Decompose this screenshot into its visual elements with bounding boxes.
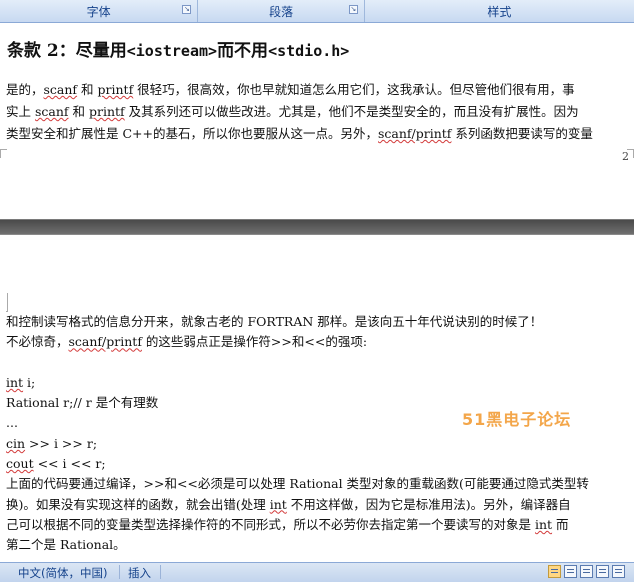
- code-line: cin >> i >> r;: [6, 435, 98, 451]
- ribbon-group-font-label: 字体: [86, 4, 111, 19]
- status-language[interactable]: 中文(简体，中国): [18, 565, 107, 581]
- paragraph-dialog-launcher-icon[interactable]: ↘: [348, 5, 358, 14]
- text-line: 换)。如果没有实现这样的函数，就会出错(处理 int 不用这样做，因为它是标准用…: [6, 496, 571, 512]
- view-mode-switcher: [548, 565, 625, 578]
- watermark-text: 51黑电子论坛: [462, 410, 572, 429]
- code-line: cout << i << r;: [6, 456, 106, 472]
- full-screen-reading-view-icon[interactable]: [564, 565, 577, 578]
- page-2-body: 和控制读写格式的信息分开来，就象古老的 FORTRAN 那样。是该向五十年代说诀…: [6, 312, 632, 556]
- margin-corner-mark: [6, 293, 8, 312]
- outline-view-icon[interactable]: [596, 565, 609, 578]
- ribbon-group-font: 字体 ↘: [0, 0, 199, 22]
- text-line: 和控制读写格式的信息分开来，就象古老的 FORTRAN 那样。是该向五十年代说诀…: [6, 314, 543, 329]
- status-insert-mode[interactable]: 插入: [128, 565, 151, 581]
- document-page-2[interactable]: 和控制读写格式的信息分开来，就象古老的 FORTRAN 那样。是该向五十年代说诀…: [0, 234, 634, 563]
- heading-code-iostream: <iostream>: [126, 42, 218, 60]
- document-page-1[interactable]: 条款 2：尽量用<iostream>而不用<stdio.h> 是的，scanf …: [0, 23, 634, 220]
- draft-view-icon[interactable]: [612, 565, 625, 578]
- paragraph-intro: 是的，scanf 和 printf 很轻巧，很高效，你也早就知道怎么用它们，这我…: [6, 79, 632, 145]
- heading-code-stdio: <stdio.h>: [268, 42, 350, 60]
- page-number: 2: [622, 150, 629, 163]
- status-separator: [119, 565, 120, 579]
- page-gap: [0, 220, 634, 234]
- font-dialog-launcher-icon[interactable]: ↘: [182, 5, 192, 14]
- web-layout-view-icon[interactable]: [580, 565, 593, 578]
- text-line: 己可以根据不同的变量类型选择操作符的不同形式，所以不必劳你去指定第一个要读写的对…: [6, 516, 569, 532]
- heading-text-prefix: 条款 2：尽量用: [7, 41, 127, 61]
- ribbon-group-paragraph: 段落 ↘: [198, 0, 365, 22]
- ribbon-group-bar: 字体 ↘ 段落 ↘ 样式: [0, 0, 634, 23]
- text-line: 上面的代码要通过编译，>>和<<必须是可以处理 Rational 类型对象的重载…: [6, 476, 589, 492]
- section-heading: 条款 2：尽量用<iostream>而不用<stdio.h>: [7, 36, 349, 61]
- ribbon-group-styles-label: 样式: [487, 4, 512, 19]
- status-separator: [160, 565, 161, 579]
- margin-corner-mark: [0, 149, 7, 158]
- ribbon-group-paragraph-label: 段落: [269, 4, 294, 19]
- code-line: int i;: [6, 374, 36, 390]
- ribbon-group-styles: 样式: [365, 0, 634, 22]
- text-line: 不必惊奇，scanf/printf 的这些弱点正是操作符>>和<<的强项:: [6, 334, 368, 350]
- heading-text-mid: 而不用: [217, 41, 269, 61]
- text-line: 是的，scanf 和 printf 很轻巧，很高效，你也早就知道怎么用它们，这我…: [6, 82, 575, 97]
- text-line: 第二个是 Rational。: [6, 537, 126, 553]
- text-line: 实上 scanf 和 printf 及其系列还可以做些改进。尤其是，他们不是类型…: [6, 104, 579, 119]
- text-line: 类型安全和扩展性是 C++的基石，所以你也要服从这一点。另外，scanf/pri…: [6, 126, 593, 141]
- print-layout-view-icon[interactable]: [548, 565, 561, 578]
- status-bar: 中文(简体，中国) 插入: [0, 562, 634, 582]
